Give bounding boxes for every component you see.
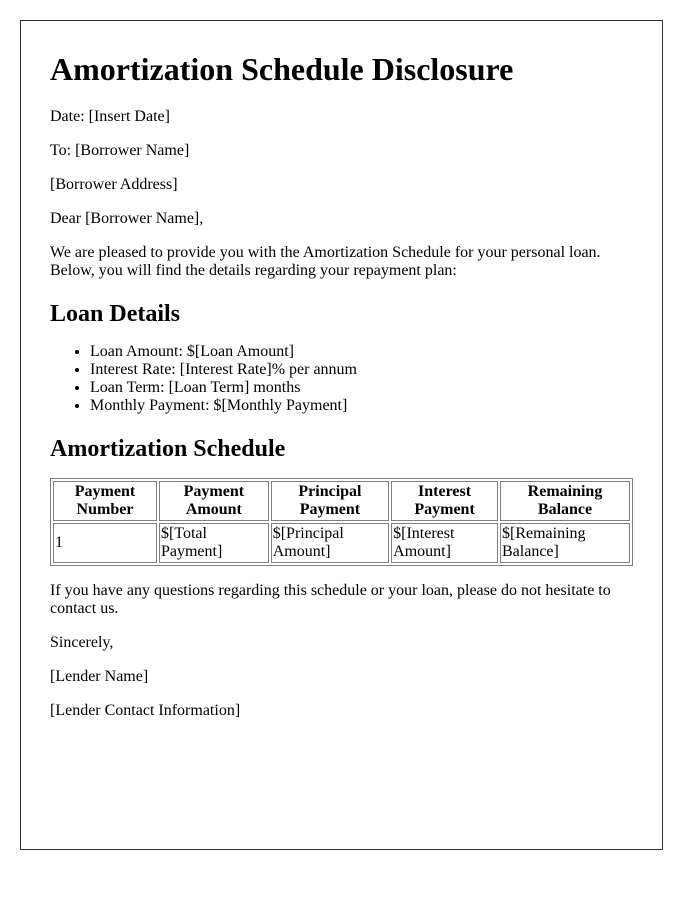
table-cell: 1 — [53, 523, 157, 563]
salutation: Dear [Borrower Name], — [50, 210, 204, 227]
column-header: Interest Payment — [391, 481, 498, 521]
table-cell: $[Interest Amount] — [391, 523, 498, 563]
column-header: Payment Amount — [158, 481, 269, 521]
list-item: Monthly Payment: $[Monthly Payment] — [90, 397, 633, 415]
intro-paragraph: We are pleased to provide you with the A… — [50, 244, 601, 279]
column-header: Payment Number — [53, 481, 157, 521]
address-line: [Borrower Address] — [50, 176, 178, 193]
schedule-heading: Amortization Schedule — [50, 436, 286, 462]
letter-page: Amortization Schedule Disclosure Date: [… — [20, 20, 663, 850]
amortization-table: Payment Number Payment Amount Principal … — [50, 478, 633, 566]
list-item: Loan Amount: $[Loan Amount] — [90, 343, 633, 361]
closing-paragraph: If you have any questions regarding this… — [50, 582, 611, 617]
table-cell: $[Principal Amount] — [270, 523, 390, 563]
lender-name: [Lender Name] — [50, 668, 149, 685]
recipient-line: To: [Borrower Name] — [50, 142, 190, 159]
list-item: Loan Term: [Loan Term] months — [90, 379, 633, 397]
lender-contact: [Lender Contact Information] — [50, 702, 241, 719]
signoff: Sincerely, — [50, 634, 114, 651]
column-header: Principal Payment — [270, 481, 390, 521]
table-row: 1 $[Total Payment] $[Principal Amount] $… — [53, 523, 630, 563]
date-line: Date: [Insert Date] — [50, 108, 170, 125]
loan-details-list: Loan Amount: $[Loan Amount] Interest Rat… — [50, 343, 633, 415]
list-item: Interest Rate: [Interest Rate]% per annu… — [90, 361, 633, 379]
table-header-row: Payment Number Payment Amount Principal … — [53, 481, 630, 521]
table-cell: $[Remaining Balance] — [500, 523, 630, 563]
page-title: Amortization Schedule Disclosure — [50, 51, 514, 87]
loan-details-heading: Loan Details — [50, 301, 181, 327]
table-cell: $[Total Payment] — [158, 523, 269, 563]
column-header: Remaining Balance — [500, 481, 630, 521]
